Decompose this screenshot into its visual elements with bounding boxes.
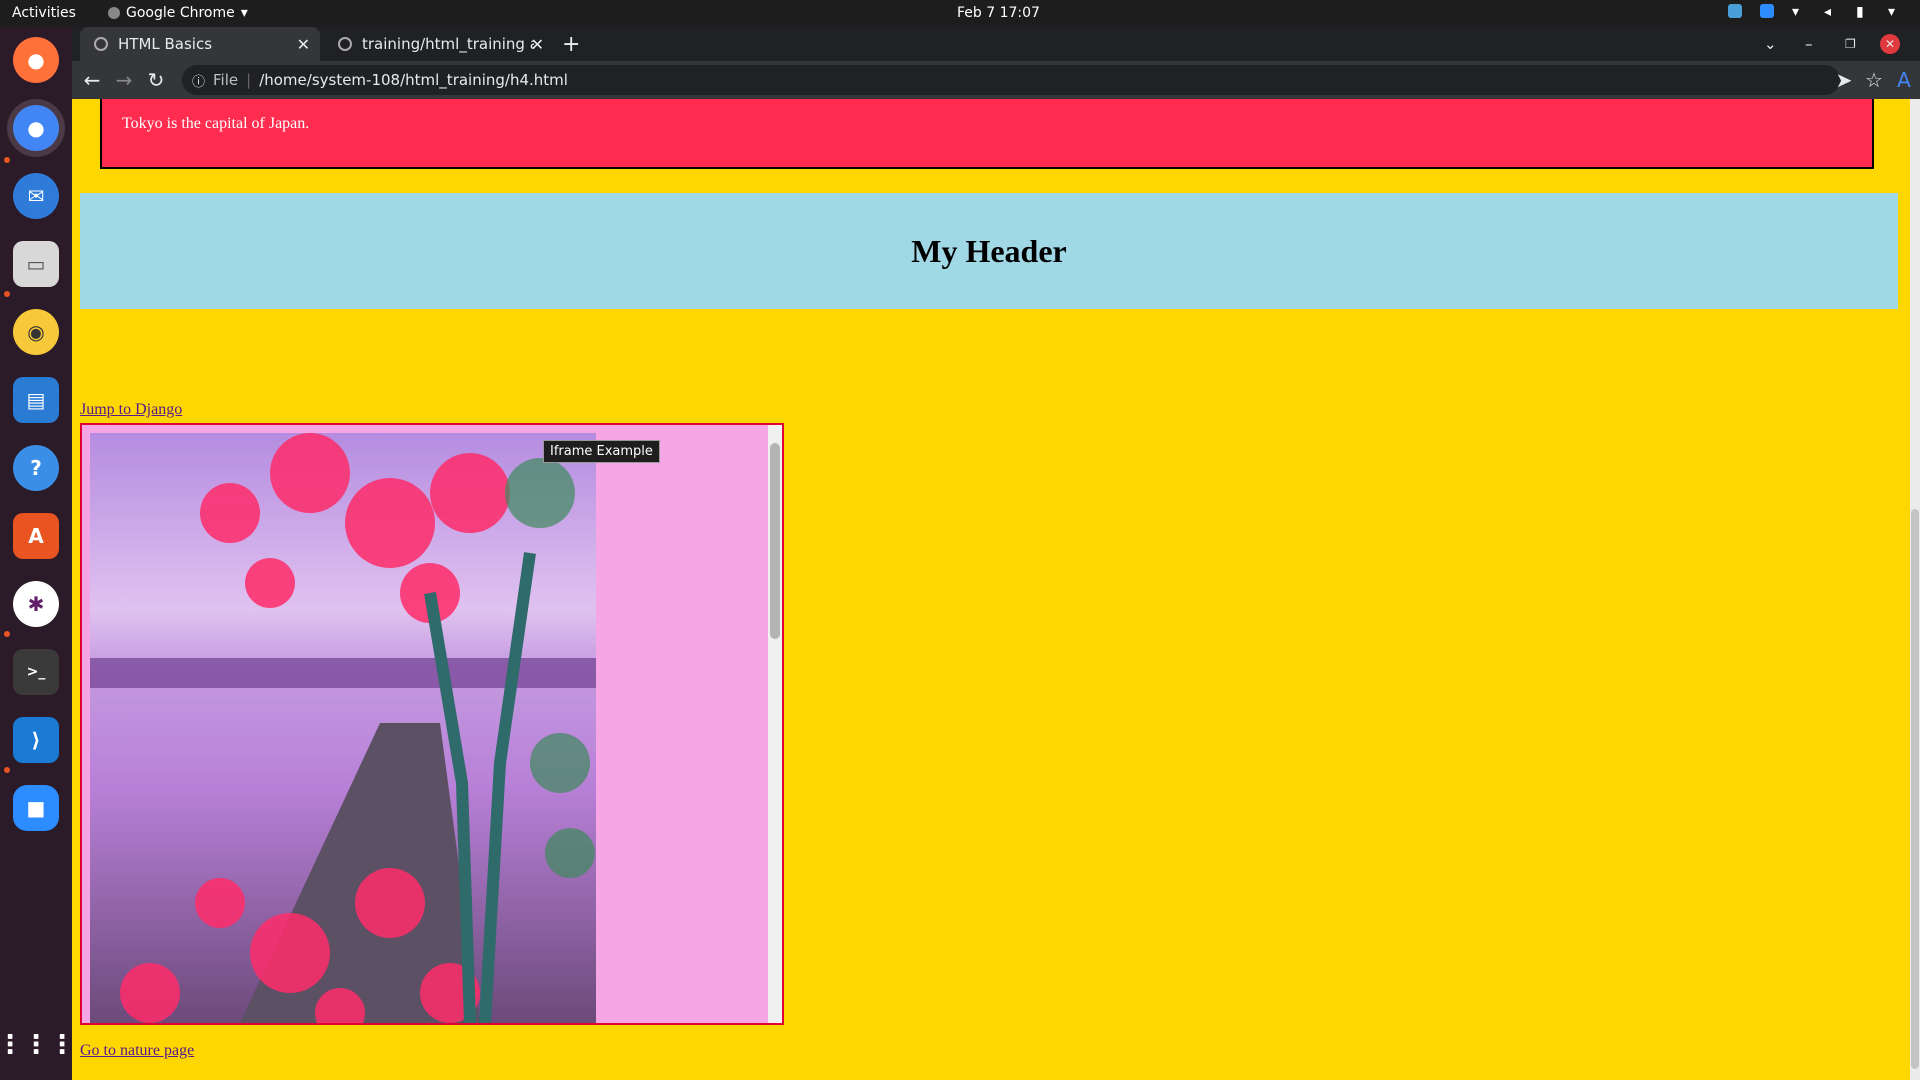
chrome-app-icon bbox=[108, 7, 120, 19]
tab-html-basics[interactable]: HTML Basics ✕ bbox=[80, 27, 320, 61]
reload-button[interactable]: ↻ bbox=[140, 68, 172, 92]
jump-to-django-link[interactable]: Jump to Django bbox=[80, 401, 182, 419]
close-window-button[interactable]: ✕ bbox=[1880, 27, 1910, 61]
web-page: Tokyo is the capital of Japan. My Header… bbox=[72, 99, 1920, 1080]
activities-button[interactable]: Activities bbox=[12, 5, 76, 21]
tab-training[interactable]: training/html_training at ✕ bbox=[324, 27, 554, 61]
zoom-tray-icon bbox=[1760, 4, 1774, 18]
app-menu-label: Google Chrome bbox=[126, 5, 235, 21]
slack-icon[interactable]: ✱ bbox=[13, 581, 59, 627]
writer-icon[interactable]: ▤ bbox=[13, 377, 59, 423]
back-button[interactable]: ← bbox=[76, 68, 108, 92]
send-tab-icon[interactable]: ➤ bbox=[1828, 68, 1860, 92]
iframe-example[interactable] bbox=[80, 423, 784, 1025]
app-menu[interactable]: Google Chrome ▾ bbox=[108, 5, 248, 21]
address-bar[interactable]: ⓘ File | /home/system-108/html_training/… bbox=[182, 65, 1840, 95]
vscode-icon[interactable]: ⟩ bbox=[13, 717, 59, 763]
tab-search-icon[interactable]: ⌄ bbox=[1764, 27, 1794, 61]
running-indicator bbox=[4, 767, 10, 773]
terminal-icon[interactable]: >_ bbox=[13, 649, 59, 695]
go-to-nature-link[interactable]: Go to nature page bbox=[80, 1042, 194, 1060]
files-icon[interactable]: ▭ bbox=[13, 241, 59, 287]
running-indicator bbox=[4, 291, 10, 297]
header-section: My Header bbox=[80, 193, 1898, 309]
thunderbird-icon[interactable]: ✉ bbox=[13, 173, 59, 219]
running-indicator bbox=[4, 157, 10, 163]
globe-icon bbox=[94, 37, 108, 51]
tab-label: HTML Basics bbox=[118, 35, 213, 53]
chevron-down-icon: ▾ bbox=[240, 5, 248, 21]
software-center-icon[interactable]: A bbox=[13, 513, 59, 559]
chevron-down-icon: ▾ bbox=[1888, 4, 1896, 20]
tab-strip: HTML Basics ✕ training/html_training at … bbox=[72, 27, 1920, 61]
clock[interactable]: Feb 7 17:07 bbox=[957, 5, 1040, 21]
bookmark-star-icon[interactable]: ☆ bbox=[1858, 68, 1890, 92]
tab-label: training/html_training at bbox=[362, 35, 534, 53]
zoom-icon[interactable]: ■ bbox=[13, 785, 59, 831]
new-tab-button[interactable]: + bbox=[562, 27, 592, 61]
system-top-bar: Activities Google Chrome ▾ Feb 7 17:07 ▾… bbox=[0, 0, 1920, 27]
extension-icon[interactable]: A bbox=[1888, 68, 1920, 92]
firefox-icon[interactable]: ● bbox=[13, 37, 59, 83]
running-indicator bbox=[4, 631, 10, 637]
minimize-button[interactable]: – bbox=[1805, 27, 1835, 61]
capital-text: Tokyo is the capital of Japan. bbox=[122, 115, 310, 132]
page-scroll-thumb[interactable] bbox=[1911, 509, 1919, 1069]
divider: | bbox=[246, 71, 252, 89]
toolbar: ← → ↻ ⓘ File | /home/system-108/html_tra… bbox=[72, 61, 1920, 99]
iframe-tooltip: Iframe Example bbox=[543, 440, 660, 463]
rhythmbox-icon[interactable]: ◉ bbox=[13, 309, 59, 355]
wifi-icon: ▾ bbox=[1792, 4, 1800, 20]
restore-button[interactable]: ❐ bbox=[1845, 27, 1875, 61]
page-scrollbar[interactable] bbox=[1910, 99, 1920, 1080]
scheme-label: File bbox=[213, 71, 239, 89]
forward-button[interactable]: → bbox=[108, 68, 140, 92]
dock: ● ● ✉ ▭ ◉ ▤ ? A ✱ >_ ⟩ ■ ⋮⋮⋮ bbox=[0, 27, 75, 1080]
page-header: My Header bbox=[911, 232, 1067, 269]
battery-icon: ▮ bbox=[1856, 4, 1864, 20]
close-icon[interactable]: ✕ bbox=[297, 35, 310, 54]
iframe-scrollbar[interactable] bbox=[768, 425, 782, 1023]
iframe-scroll-thumb[interactable] bbox=[770, 443, 780, 639]
url-text: /home/system-108/html_training/h4.html bbox=[259, 71, 568, 89]
slack-tray-icon bbox=[1728, 4, 1742, 18]
github-icon bbox=[338, 37, 352, 51]
info-icon: ⓘ bbox=[192, 74, 206, 90]
help-icon[interactable]: ? bbox=[13, 445, 59, 491]
capital-box: Tokyo is the capital of Japan. bbox=[100, 99, 1874, 169]
chrome-icon[interactable]: ● bbox=[13, 105, 59, 151]
nature-image bbox=[90, 433, 596, 1023]
app-grid-icon[interactable]: ⋮⋮⋮ bbox=[0, 1022, 75, 1068]
close-icon[interactable]: ✕ bbox=[531, 35, 544, 54]
system-tray[interactable]: ▾ ◂ ▮ ▾ bbox=[1728, 4, 1902, 20]
close-icon: ✕ bbox=[1880, 34, 1900, 54]
volume-icon: ◂ bbox=[1824, 4, 1832, 20]
